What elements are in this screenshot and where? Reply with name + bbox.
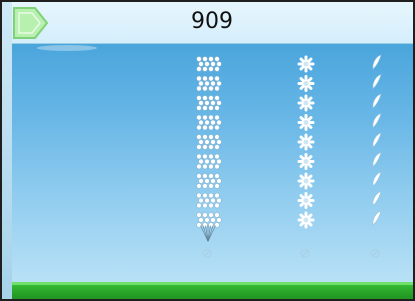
seed-cluster	[196, 95, 222, 111]
seed-cluster	[196, 153, 222, 170]
cloud	[37, 45, 97, 51]
stem-line	[202, 225, 209, 242]
seed-pod	[372, 191, 382, 207]
seed-cluster	[196, 192, 222, 209]
seed-cluster	[196, 212, 222, 228]
sky-playfield[interactable]	[12, 44, 413, 282]
seed-pod	[372, 210, 382, 226]
dandelion-head	[297, 94, 315, 112]
seed-pod	[372, 74, 382, 90]
empty-slot-slash	[203, 250, 211, 257]
dandelion-column	[297, 55, 315, 258]
seed-pod	[372, 113, 382, 129]
seed-cluster	[196, 56, 222, 72]
empty-slot-slash	[301, 250, 309, 257]
seed-cluster	[196, 173, 222, 189]
stem-line	[207, 225, 214, 242]
seed-pod	[372, 54, 382, 70]
game-frame: 909	[0, 0, 415, 301]
seed-cluster	[196, 75, 222, 92]
ground-highlight	[12, 282, 413, 285]
dandelion-head	[297, 114, 315, 131]
dandelion-head	[297, 211, 315, 229]
seed-pod	[372, 132, 382, 148]
seed-cluster-column	[196, 56, 222, 258]
seed-pod	[372, 152, 382, 168]
score-display: 909	[191, 9, 233, 34]
dandelion-head	[297, 192, 315, 209]
playfield-canvas	[37, 45, 382, 258]
seed-cluster	[196, 134, 222, 150]
dandelion-head	[297, 172, 315, 190]
dandelion-head	[297, 133, 315, 151]
play-button[interactable]	[13, 7, 49, 39]
seed-cluster	[196, 114, 222, 131]
seed-pod-column	[370, 54, 382, 258]
left-edge-strip	[2, 2, 12, 299]
seed-pod	[372, 93, 382, 109]
dandelion-head	[297, 75, 315, 92]
dandelion-head	[297, 55, 315, 73]
seed-pod	[372, 171, 382, 187]
dandelion-head	[297, 153, 315, 170]
empty-slot-slash	[371, 250, 379, 257]
